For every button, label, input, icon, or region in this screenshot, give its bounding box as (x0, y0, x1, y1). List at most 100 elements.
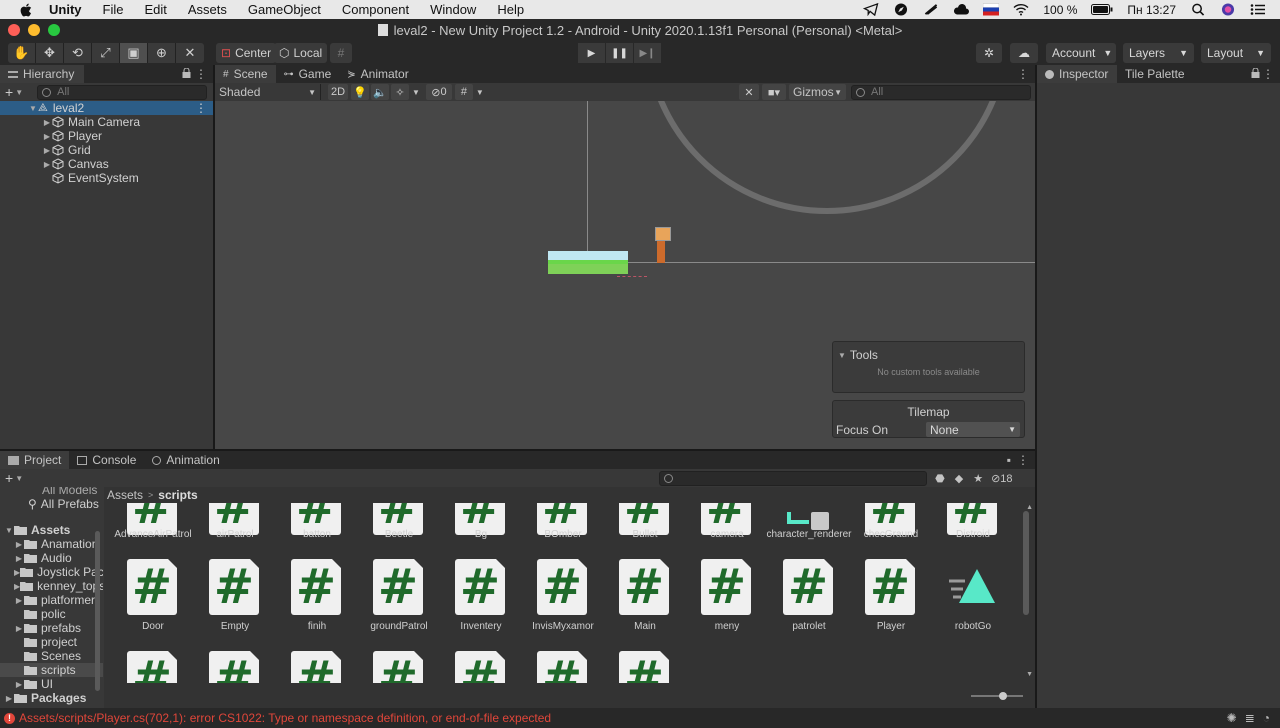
menu-component[interactable]: Component (342, 2, 409, 17)
custom-tool-button[interactable]: ✕ (176, 43, 204, 63)
scale-tool-button[interactable]: ⤢ (92, 43, 120, 63)
pivot-center-button[interactable]: ⊡ Center (216, 43, 277, 63)
folder-row[interactable]: project (0, 635, 103, 649)
lighting-toggle[interactable]: 💡 (351, 84, 369, 100)
effects-toggle[interactable]: ✧ (391, 84, 409, 100)
label-tag-icon[interactable]: ◆ (955, 472, 963, 485)
chevron-right-icon[interactable]: ▶ (42, 146, 52, 155)
script-asset[interactable]: robotGo (924, 503, 1006, 632)
scene-search-input[interactable]: All (851, 84, 1031, 100)
favorite-item[interactable]: All Models (0, 487, 103, 497)
step-button[interactable]: ▶❙ (634, 43, 661, 63)
status-bar[interactable]: ! Assets/scripts/Player.cs(702,1): error… (0, 708, 1280, 728)
chevron-right-icon[interactable]: ▶ (42, 160, 52, 169)
cloud-button[interactable]: ☁ (1010, 43, 1038, 63)
hierarchy-object-row[interactable]: EventSystem (0, 171, 213, 185)
scene-root-row[interactable]: ▼ ⟁ leval2 ⋮ (0, 101, 213, 115)
rect-tool-button[interactable]: ▣ (120, 43, 148, 63)
menu-window[interactable]: Window (430, 2, 476, 17)
gizmos-dropdown[interactable]: Gizmos ▼ (789, 84, 846, 100)
tab-scene[interactable]: # Scene (215, 65, 276, 83)
transform-tool-button[interactable]: ⊕ (148, 43, 176, 63)
packages-root-row[interactable]: ▶ Packages (0, 691, 103, 705)
apple-logo-icon[interactable] (17, 3, 35, 17)
chevron-down-icon[interactable]: ▼ (412, 88, 420, 97)
chevron-right-icon[interactable]: ▶ (14, 624, 24, 633)
pause-button[interactable]: ❚❚ (606, 43, 633, 63)
script-asset[interactable]: # patrolet (760, 503, 842, 632)
script-asset[interactable]: # (268, 503, 350, 683)
scroll-down-icon[interactable]: ▼ (1026, 671, 1033, 678)
kebab-menu-icon[interactable]: ⋮ (1017, 453, 1029, 467)
script-asset[interactable]: # (104, 503, 186, 683)
kebab-menu-icon[interactable]: ⋮ (1017, 67, 1029, 81)
script-asset[interactable]: # (596, 503, 678, 683)
siri-icon[interactable] (1220, 3, 1236, 16)
toggle-2d-button[interactable]: 2D (328, 84, 348, 100)
folder-row[interactable]: Scenes (0, 649, 103, 663)
favorite-item[interactable]: ⚲ All Prefabs (0, 497, 103, 511)
chevron-right-icon[interactable]: ▶ (42, 132, 52, 141)
script-asset[interactable]: # (514, 503, 596, 683)
breadcrumb-assets[interactable]: Assets (107, 488, 143, 502)
menu-gameobject[interactable]: GameObject (248, 2, 321, 17)
folder-row[interactable]: ▶ UI (0, 677, 103, 691)
play-button[interactable]: ▶ (578, 43, 605, 63)
lock-icon[interactable] (1251, 68, 1260, 78)
tab-animator[interactable]: ⋟ Animator (339, 65, 416, 83)
menu-assets[interactable]: Assets (188, 2, 227, 17)
chevron-down-icon[interactable]: ▼ (28, 104, 38, 113)
camera-settings-button[interactable]: ■▾ (762, 84, 786, 100)
grass-platform-sprite[interactable] (548, 251, 628, 274)
close-window-button[interactable] (8, 24, 20, 36)
star-icon[interactable]: ★ (973, 472, 983, 485)
folder-row-selected[interactable]: scripts (0, 663, 103, 677)
menu-edit[interactable]: Edit (144, 2, 166, 17)
folder-row[interactable]: ▶ Audio (0, 551, 103, 565)
folder-row[interactable]: ▶ prefabs (0, 621, 103, 635)
wifi-icon[interactable] (1013, 3, 1029, 16)
lock-icon[interactable]: ▪ (1007, 453, 1011, 467)
create-button[interactable]: + (5, 470, 13, 486)
compass-icon[interactable] (893, 3, 909, 16)
folder-row[interactable]: polic (0, 607, 103, 621)
folder-row[interactable]: ▶ Anamation (0, 537, 103, 551)
layers-stack-icon[interactable]: ≣ (1245, 711, 1255, 725)
scene-tools-toggle[interactable]: ✕ (739, 84, 759, 100)
move-tool-button[interactable]: ✥ (36, 43, 64, 63)
chevron-right-icon[interactable]: ▶ (14, 680, 24, 689)
chevron-down-icon[interactable]: ▼ (15, 88, 23, 97)
kebab-menu-icon[interactable]: ⋮ (195, 67, 207, 81)
audio-toggle[interactable]: 🔈 (371, 84, 389, 100)
pen-icon[interactable] (923, 3, 939, 16)
breadcrumb-scripts[interactable]: scripts (158, 488, 197, 502)
shading-mode-dropdown[interactable]: Shaded ▼ (215, 84, 321, 100)
battery-icon[interactable] (1091, 3, 1113, 16)
layout-dropdown[interactable]: Layout ▼ (1201, 43, 1271, 63)
menu-file[interactable]: File (103, 2, 124, 17)
scene-viewport[interactable]: ▼ Tools No custom tools available Tilema… (215, 101, 1035, 449)
hierarchy-object-row[interactable]: ▶ Main Camera (0, 115, 213, 129)
player-sprite[interactable] (655, 227, 673, 264)
asset-grid-scrollbar[interactable] (1023, 511, 1029, 615)
menu-help[interactable]: Help (497, 2, 524, 17)
hidden-packages-toggle[interactable]: ⊘18 (991, 472, 1012, 485)
lock-icon[interactable] (182, 68, 191, 78)
kebab-menu-icon[interactable]: ⋮ (1262, 67, 1274, 81)
script-asset[interactable]: # meny (678, 503, 760, 632)
chevron-right-icon[interactable]: ▶ (42, 118, 52, 127)
app-menu[interactable]: Unity (49, 2, 82, 17)
chevron-right-icon[interactable]: ▶ (14, 596, 24, 605)
collab-button[interactable]: ✲ (976, 43, 1002, 63)
project-search-input[interactable] (659, 470, 928, 486)
chevron-right-icon[interactable]: ▶ (14, 554, 24, 563)
script-asset[interactable]: # (432, 503, 514, 683)
kebab-menu-icon[interactable]: ⋮ (195, 101, 207, 115)
scroll-up-icon[interactable]: ▲ (1026, 504, 1033, 511)
chevron-down-icon[interactable]: ▼ (4, 526, 14, 535)
hierarchy-object-row[interactable]: ▶ Canvas (0, 157, 213, 171)
russian-flag-icon[interactable] (983, 3, 1000, 16)
pivot-space-button[interactable]: ⬡ Local (274, 43, 328, 63)
focus-on-dropdown[interactable]: None ▼ (926, 422, 1020, 437)
hand-tool-button[interactable]: ✋ (8, 43, 36, 63)
